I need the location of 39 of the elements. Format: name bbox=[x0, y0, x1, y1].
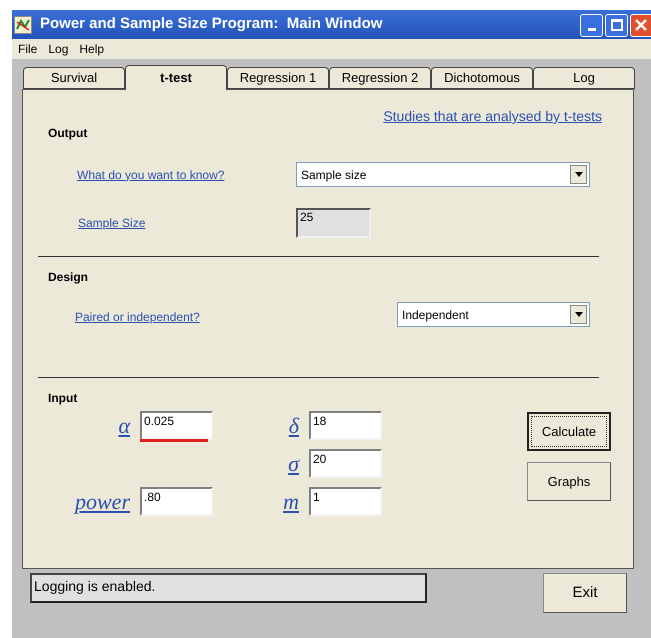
sample-size-field: 25 bbox=[296, 208, 371, 238]
parameter-link[interactable]: δ bbox=[213, 414, 309, 438]
action-button[interactable]: Graphs bbox=[527, 462, 611, 501]
window-title: Power and Sample Size Program: Main Window bbox=[40, 14, 382, 34]
menu-item[interactable]: File bbox=[18, 40, 38, 58]
section-heading: Output bbox=[48, 125, 88, 142]
minimize-button[interactable] bbox=[580, 14, 603, 36]
sample-size-link[interactable]: Sample Size bbox=[78, 214, 296, 232]
status-field: Logging is enabled. bbox=[30, 573, 427, 603]
parameter-field[interactable]: 0.025 bbox=[140, 411, 213, 440]
close-icon bbox=[635, 19, 647, 31]
parameter-field[interactable]: 1 bbox=[309, 487, 382, 516]
parameter-link[interactable]: α bbox=[23, 414, 140, 438]
tab[interactable]: Log bbox=[533, 67, 635, 89]
exit-button[interactable]: Exit bbox=[543, 573, 627, 613]
menu-item[interactable]: Help bbox=[79, 40, 104, 58]
maximize-button[interactable] bbox=[605, 14, 628, 36]
parameter-field[interactable]: 18 bbox=[309, 411, 382, 440]
parameter-link[interactable]: m bbox=[213, 490, 309, 514]
question-link[interactable]: What do you want to know? bbox=[77, 166, 296, 184]
tab[interactable]: Regression 1 bbox=[227, 67, 329, 89]
section-heading: Design bbox=[48, 269, 90, 286]
parameter-link[interactable]: power bbox=[23, 490, 140, 514]
parameter-field[interactable]: .80 bbox=[140, 487, 213, 516]
app-icon bbox=[14, 16, 32, 34]
question-dropdown[interactable]: Sample size bbox=[296, 162, 590, 187]
close-button[interactable] bbox=[630, 14, 651, 36]
paired-dropdown[interactable]: Independent bbox=[397, 302, 590, 327]
menu-item[interactable]: Log bbox=[48, 40, 68, 58]
parameter-link[interactable]: σ bbox=[213, 452, 309, 476]
paired-link[interactable]: Paired or independent? bbox=[75, 308, 397, 326]
studies-link[interactable]: Studies that are analysed by t-tests bbox=[383, 106, 602, 124]
tab[interactable]: Dichotomous bbox=[431, 67, 533, 89]
action-button[interactable]: Calculate bbox=[527, 412, 611, 451]
tab[interactable]: Regression 2 bbox=[329, 67, 431, 89]
tab[interactable]: Survival bbox=[23, 67, 125, 89]
parameter-field[interactable]: 20 bbox=[309, 449, 382, 478]
section-heading: Input bbox=[48, 390, 78, 407]
tab[interactable]: t-test bbox=[125, 65, 227, 90]
